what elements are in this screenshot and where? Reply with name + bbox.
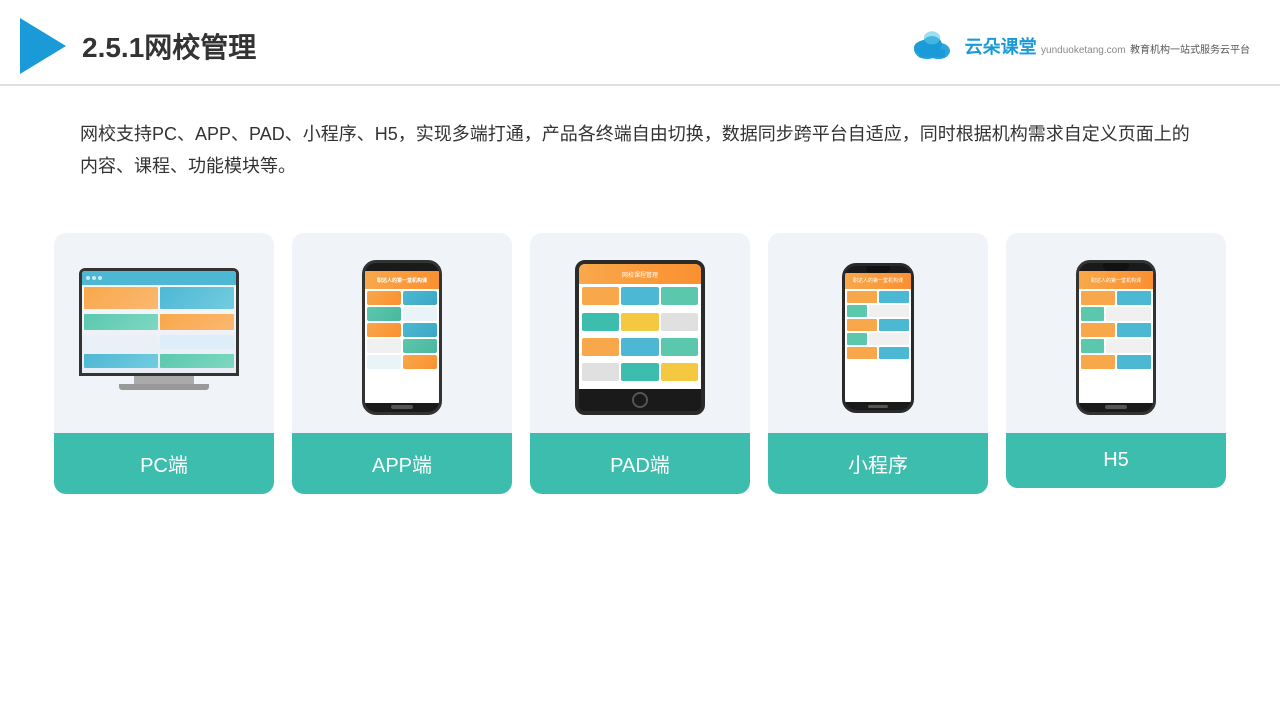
pad-image-area: 网校课程管理 <box>530 233 750 433</box>
pad-card: 网校课程管理 <box>530 233 750 494</box>
app-card-label: APP端 <box>292 433 512 494</box>
brand-logo: 云朵课堂 yunduoketang.com 教育机构一站式服务云平台 <box>907 28 1250 64</box>
pad-ipad-illustration: 网校课程管理 <box>575 260 705 415</box>
header-right: 云朵课堂 yunduoketang.com 教育机构一站式服务云平台 <box>907 28 1250 64</box>
pc-image-area <box>54 233 274 433</box>
miniapp-image-area: 职达人的第一堂机构课 <box>768 233 988 433</box>
pc-card: PC端 <box>54 233 274 494</box>
header-left: 2.5.1网校管理 <box>20 18 256 74</box>
brand-name: 云朵课堂 <box>965 37 1037 57</box>
brand-slogan: 教育机构一站式服务云平台 <box>1130 45 1250 56</box>
h5-phone-illustration: 职达人的第一堂机构课 <box>1076 260 1156 415</box>
page-title: 2.5.1网校管理 <box>82 26 256 66</box>
h5-image-area: 职达人的第一堂机构课 <box>1006 233 1226 433</box>
miniapp-card: 职达人的第一堂机构课 <box>768 233 988 494</box>
brand-url: yunduoketang.com <box>1041 45 1126 56</box>
cloud-logo-icon <box>907 28 957 64</box>
cards-container: PC端 职达人的第一堂机构课 <box>0 213 1280 514</box>
h5-card: 职达人的第一堂机构课 <box>1006 233 1226 488</box>
brand-text-block: 云朵课堂 yunduoketang.com 教育机构一站式服务云平台 <box>965 33 1250 59</box>
miniapp-phone-illustration: 职达人的第一堂机构课 <box>842 263 914 413</box>
h5-card-label: H5 <box>1006 433 1226 488</box>
logo-triangle-icon <box>20 18 66 74</box>
pad-card-label: PAD端 <box>530 433 750 494</box>
pc-card-label: PC端 <box>54 433 274 494</box>
app-phone-illustration: 职达人的第一堂机构课 <box>362 260 442 415</box>
miniapp-card-label: 小程序 <box>768 433 988 494</box>
pc-device-illustration <box>79 268 249 408</box>
app-image-area: 职达人的第一堂机构课 <box>292 233 512 433</box>
app-card: 职达人的第一堂机构课 <box>292 233 512 494</box>
header: 2.5.1网校管理 云朵课堂 yunduoketang.com 教育机构一站式服… <box>0 0 1280 86</box>
description-text: 网校支持PC、APP、PAD、小程序、H5，实现多端打通，产品各终端自由切换，数… <box>0 86 1280 203</box>
